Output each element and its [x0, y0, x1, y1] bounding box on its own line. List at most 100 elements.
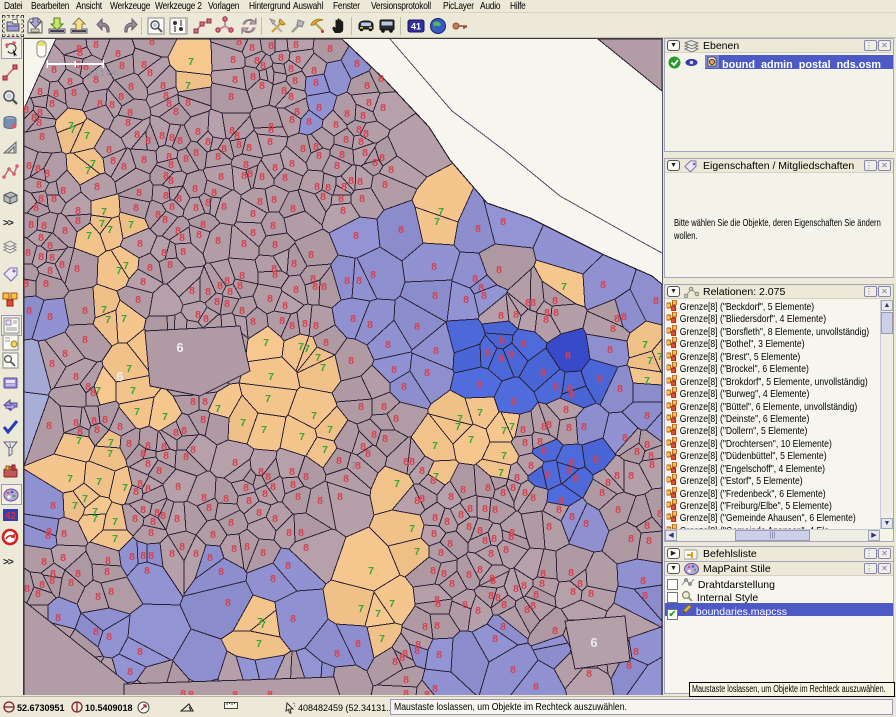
svg-text:8: 8 [382, 433, 388, 445]
svg-text:7: 7 [379, 633, 385, 645]
svg-text:8: 8 [300, 143, 306, 155]
svg-text:8: 8 [353, 230, 359, 242]
svg-text:8: 8 [144, 565, 150, 577]
svg-text:8: 8 [173, 106, 179, 118]
svg-text:8: 8 [217, 280, 223, 292]
svg-text:8: 8 [357, 176, 363, 188]
svg-text:8: 8 [431, 261, 437, 273]
svg-text:8: 8 [424, 689, 430, 695]
svg-text:8: 8 [49, 358, 55, 370]
svg-text:8: 8 [289, 114, 295, 126]
svg-text:8: 8 [228, 91, 234, 103]
svg-text:8: 8 [607, 344, 613, 356]
svg-text:8: 8 [125, 117, 131, 129]
svg-text:8: 8 [193, 202, 199, 214]
svg-text:>>: >> [3, 218, 14, 229]
svg-text:7: 7 [432, 440, 438, 452]
svg-text:7: 7 [647, 355, 653, 367]
svg-text:8: 8 [341, 181, 347, 193]
svg-text:8: 8 [414, 645, 420, 657]
svg-text:8: 8 [552, 295, 558, 307]
svg-text:8: 8 [545, 469, 551, 481]
svg-text:8: 8 [492, 633, 498, 645]
svg-text:8: 8 [272, 269, 278, 281]
svg-text:8: 8 [47, 240, 53, 252]
svg-text:8: 8 [552, 625, 558, 637]
svg-text:8: 8 [546, 419, 552, 431]
svg-text:8: 8 [148, 527, 154, 539]
svg-text:8: 8 [193, 548, 199, 560]
svg-text:8: 8 [378, 73, 384, 85]
svg-text:8: 8 [38, 232, 44, 244]
svg-text:8: 8 [60, 185, 66, 197]
svg-text:7: 7 [84, 130, 90, 142]
svg-text:8: 8 [236, 139, 242, 151]
svg-text:8: 8 [490, 575, 496, 587]
svg-text:8: 8 [61, 528, 67, 540]
svg-text:8: 8 [485, 347, 491, 359]
svg-text:8: 8 [401, 381, 407, 393]
svg-text:8: 8 [286, 527, 292, 539]
svg-text:8: 8 [97, 98, 103, 110]
svg-text:8: 8 [246, 495, 252, 507]
svg-text:8: 8 [278, 52, 284, 64]
svg-text:8: 8 [448, 491, 454, 503]
svg-text:8: 8 [642, 590, 648, 602]
svg-text:8: 8 [117, 421, 123, 433]
svg-text:8: 8 [168, 175, 174, 187]
svg-text:8: 8 [215, 235, 221, 247]
svg-text:8: 8 [356, 124, 362, 136]
svg-text:8: 8 [463, 294, 469, 306]
svg-text:8: 8 [272, 162, 278, 174]
svg-text:8: 8 [617, 383, 623, 395]
svg-text:8: 8 [475, 223, 481, 235]
svg-text:7: 7 [434, 216, 440, 228]
svg-text:8: 8 [356, 275, 362, 287]
svg-text:8: 8 [205, 197, 211, 209]
svg-text:8: 8 [24, 278, 29, 290]
svg-text:8: 8 [206, 502, 212, 514]
svg-text:7: 7 [256, 638, 262, 650]
svg-text:8: 8 [403, 688, 409, 695]
svg-text:8: 8 [482, 503, 488, 515]
svg-text:7: 7 [105, 314, 111, 326]
svg-text:8: 8 [409, 456, 415, 468]
svg-text:8: 8 [190, 396, 196, 408]
svg-text:8: 8 [49, 575, 55, 587]
svg-text:8: 8 [605, 477, 611, 489]
svg-text:8: 8 [546, 521, 552, 533]
svg-text:8: 8 [344, 275, 350, 287]
svg-text:7: 7 [121, 313, 127, 325]
svg-text:>>: >> [3, 557, 14, 568]
svg-text:8: 8 [599, 487, 605, 499]
svg-text:8: 8 [285, 560, 291, 572]
svg-text:8: 8 [586, 668, 592, 680]
svg-text:8: 8 [365, 448, 371, 460]
svg-text:8: 8 [317, 495, 323, 507]
svg-text:8: 8 [291, 258, 297, 270]
svg-text:8: 8 [366, 97, 372, 109]
svg-text:8: 8 [293, 284, 299, 296]
svg-text:8: 8 [485, 482, 491, 494]
svg-text:8: 8 [508, 531, 514, 543]
svg-text:8: 8 [500, 621, 506, 633]
svg-text:8: 8 [135, 294, 141, 306]
svg-text:8: 8 [338, 193, 344, 205]
svg-text:8: 8 [540, 367, 546, 379]
svg-text:8: 8 [498, 310, 504, 322]
svg-text:8: 8 [355, 638, 361, 650]
svg-text:8: 8 [477, 564, 483, 576]
svg-text:7: 7 [70, 124, 76, 136]
svg-text:8: 8 [311, 65, 317, 77]
svg-text:8: 8 [289, 320, 295, 332]
svg-text:8: 8 [364, 80, 370, 92]
svg-text:7: 7 [468, 434, 474, 446]
svg-text:7: 7 [414, 546, 420, 558]
svg-text:8: 8 [303, 542, 309, 554]
svg-text:7: 7 [304, 343, 310, 355]
svg-text:8: 8 [82, 305, 88, 317]
svg-text:8: 8 [466, 521, 472, 533]
svg-text:8: 8 [528, 460, 534, 472]
svg-text:8: 8 [441, 568, 447, 580]
svg-text:8: 8 [75, 59, 81, 71]
